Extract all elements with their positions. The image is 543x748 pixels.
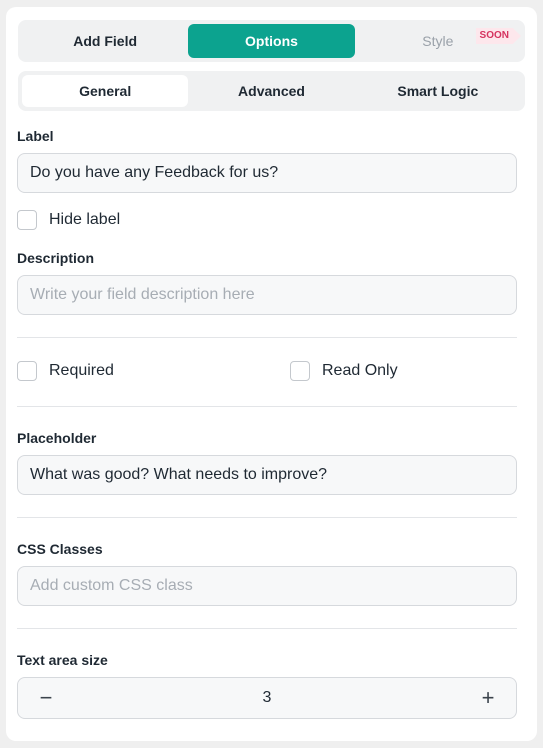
read-only-text: Read Only <box>322 362 398 379</box>
read-only-checkbox[interactable] <box>290 361 310 381</box>
stepper-value[interactable]: 3 <box>263 689 272 707</box>
css-classes-input[interactable] <box>17 566 517 606</box>
soon-badge: SOON <box>475 28 521 44</box>
tab-add-field[interactable]: Add Field <box>22 24 188 58</box>
increment-button[interactable]: + <box>460 678 516 718</box>
description-input[interactable] <box>17 275 517 315</box>
text-area-size-label: Text area size <box>17 652 108 668</box>
decrement-button[interactable]: − <box>18 678 74 718</box>
divider <box>17 406 517 407</box>
text-area-size-stepper: − 3 + <box>17 677 517 719</box>
required-checkbox[interactable] <box>17 361 37 381</box>
hide-label-text: Hide label <box>49 211 121 228</box>
required-text: Required <box>49 362 114 379</box>
tab-options[interactable]: Options <box>188 24 355 58</box>
description-field-label: Description <box>17 250 95 266</box>
subtab-advanced[interactable]: Advanced <box>188 75 354 107</box>
top-tab-bar: Add Field Options Style SOON <box>18 20 525 62</box>
required-row[interactable]: Required <box>17 361 114 381</box>
placeholder-field-label: Placeholder <box>17 430 97 446</box>
hide-label-checkbox[interactable] <box>17 210 37 230</box>
css-classes-field-label: CSS Classes <box>17 541 103 557</box>
sub-tab-bar: General Advanced Smart Logic <box>18 71 525 111</box>
subtab-smart-logic[interactable]: Smart Logic <box>355 75 521 107</box>
divider <box>17 517 517 518</box>
tab-style-label: Style <box>422 33 454 49</box>
field-options-panel: Add Field Options Style SOON General Adv… <box>6 7 537 741</box>
hide-label-row[interactable]: Hide label <box>17 210 120 230</box>
subtab-general[interactable]: General <box>22 75 189 107</box>
placeholder-input[interactable] <box>17 455 517 495</box>
divider <box>17 628 517 629</box>
divider <box>17 337 517 338</box>
label-input[interactable] <box>17 153 517 193</box>
tab-style[interactable]: Style SOON <box>355 24 521 58</box>
label-field-label: Label <box>17 128 54 144</box>
read-only-row[interactable]: Read Only <box>290 361 398 381</box>
